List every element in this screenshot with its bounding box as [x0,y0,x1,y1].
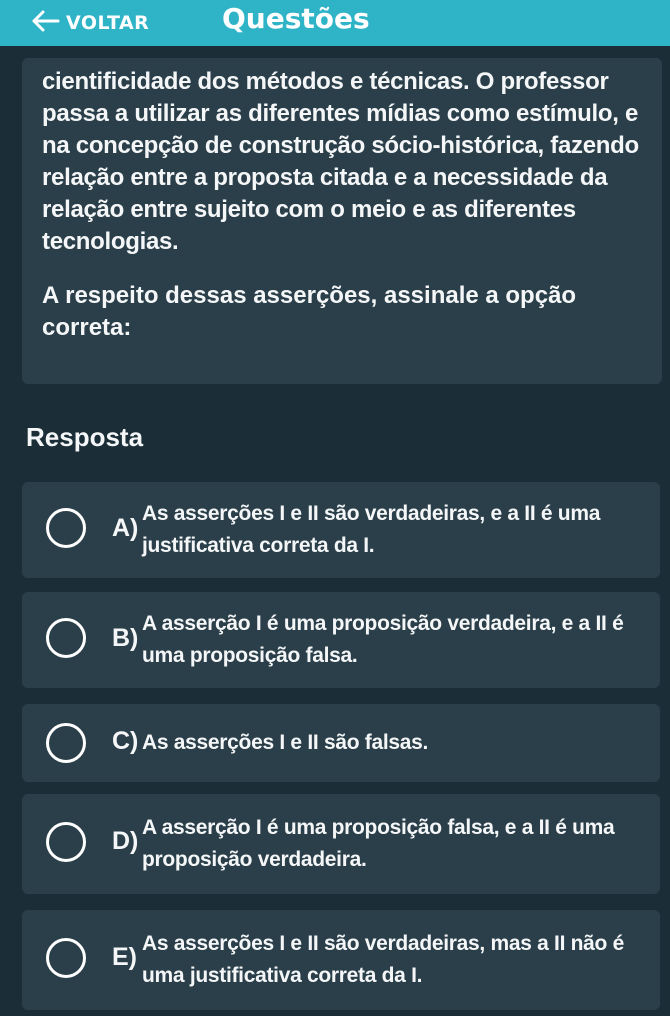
option-text: As asserções I e II são falsas. [142,731,429,754]
option-letter: E) [112,943,137,971]
option-text: As asserções I e II são verdadeiras, e a… [142,502,601,557]
answer-heading: Resposta [26,422,144,452]
back-label: VOLTAR [66,12,150,34]
option-text: A asserção I é uma proposição verdadeira… [142,612,624,667]
option-letter: B) [112,624,139,652]
question-prompt: A respeito dessas asserções, assinale a … [42,282,577,341]
option-letter: C) [112,727,139,755]
option-b[interactable]: B) A asserção I é uma proposição verdade… [22,592,660,688]
option-a[interactable]: A) As asserções I e II são verdadeiras, … [22,482,660,578]
option-text: As asserções I e II são verdadeiras, mas… [142,932,624,987]
back-button[interactable]: VOLTAR [30,3,149,43]
arrow-left-icon [30,10,60,36]
page-title: Questões [222,2,370,35]
option-letter: A) [112,514,139,542]
radio-button-d[interactable] [46,822,86,862]
option-text: A asserção I é uma proposição falsa, e a… [142,816,615,871]
radio-button-c[interactable] [46,723,86,763]
option-letter: D) [112,827,139,855]
option-d[interactable]: D) A asserção I é uma proposição falsa, … [22,794,660,894]
question-text: cientificidade dos métodos e técnicas. O… [42,68,639,255]
radio-button-a[interactable] [46,508,86,548]
top-bar: VOLTAR Questões [0,0,670,46]
radio-button-b[interactable] [46,618,86,658]
radio-button-e[interactable] [46,938,86,978]
option-e[interactable]: E) As asserções I e II são verdadeiras, … [22,910,660,1010]
question-card: cientificidade dos métodos e técnicas. O… [22,58,662,384]
option-c[interactable]: C) As asserções I e II são falsas. [22,704,660,782]
